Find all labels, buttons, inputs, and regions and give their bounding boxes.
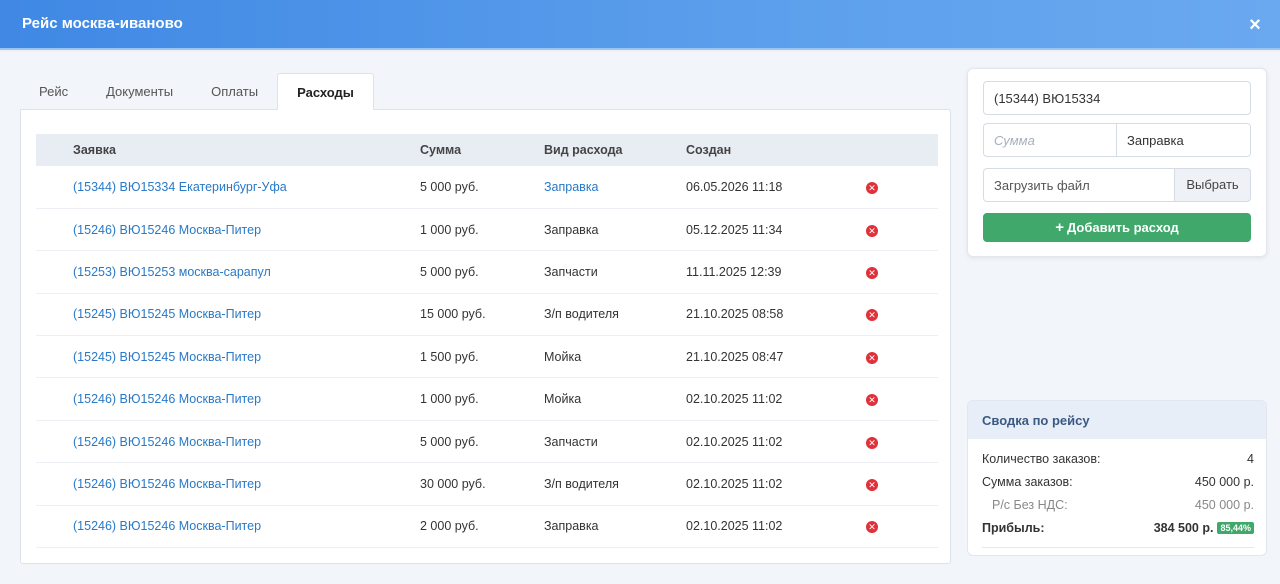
expense-sum: 5 000 руб. [420, 179, 479, 194]
order-link[interactable]: (15253) ВЮ15253 москва-сарапул [73, 265, 271, 279]
close-icon[interactable]: × [1246, 15, 1264, 35]
profit-percent-badge: 85,44% [1217, 522, 1254, 534]
table-row: (15246) ВЮ15246 Москва-Питер 2 000 руб. За… [36, 505, 938, 548]
expense-sum: 1 500 руб. [420, 349, 479, 364]
profit-label: Прибыль: [982, 521, 1045, 535]
order-link[interactable]: (15246) ВЮ15246 Москва-Питер [73, 435, 261, 449]
created-date: 02.10.2025 11:02 [686, 392, 783, 407]
order-link[interactable]: (15344) ВЮ15334 Екатеринбург-Уфа [73, 180, 287, 194]
created-date: 21.10.2025 08:47 [686, 349, 784, 364]
table-header-row: Заявка Сумма Вид расхода Создан [36, 134, 938, 166]
expense-type-select[interactable] [1116, 123, 1251, 157]
delete-icon[interactable]: ✕ [866, 436, 878, 449]
created-date: 06.05.2026 11:18 [686, 179, 783, 194]
column-expense-type: Вид расхода [544, 143, 623, 157]
tab-trip[interactable]: Рейс [20, 73, 87, 110]
expense-type: Мойка [544, 349, 582, 364]
created-date: 05.12.2025 11:34 [686, 222, 783, 237]
delete-icon[interactable]: ✕ [866, 181, 878, 194]
expense-type: Запчасти [544, 434, 598, 449]
expense-type: Заправка [544, 222, 599, 237]
order-link[interactable]: (15245) ВЮ15245 Москва-Питер [73, 307, 261, 321]
delete-icon[interactable]: ✕ [866, 309, 878, 322]
trip-summary: Сводка по рейсу Количество заказов: 4 Су… [967, 400, 1267, 556]
created-date: 21.10.2025 08:58 [686, 307, 784, 322]
expenses-table: Заявка Сумма Вид расхода Создан (15344) … [36, 134, 938, 548]
table-row: (15245) ВЮ15245 Москва-Питер 1 500 руб. Мо… [36, 336, 938, 378]
no-vat-label: Р/с Без НДС: [992, 498, 1068, 512]
no-vat-value: 450 000 р. [1194, 498, 1254, 512]
add-expense-button[interactable]: + Добавить расход [983, 213, 1251, 242]
delete-icon[interactable]: ✕ [866, 521, 878, 534]
table-body: (15344) ВЮ15334 Екатеринбург-Уфа 5 000 ру… [36, 166, 938, 548]
summary-profit: Прибыль: 384 500 р. 85,44% [982, 521, 1254, 535]
orders-sum-value: 450 000 р. [1194, 475, 1254, 489]
add-expense-label: Добавить расход [1067, 220, 1179, 235]
summary-divider [982, 547, 1254, 548]
expense-type: Мойка [544, 392, 582, 407]
expense-type: З/п водителя [544, 307, 619, 322]
order-link[interactable]: (15246) ВЮ15246 Москва-Питер [73, 519, 261, 533]
orders-count-value: 4 [1247, 452, 1254, 466]
expense-sum: 5 000 руб. [420, 434, 479, 449]
summary-no-vat: Р/с Без НДС: 450 000 р. [982, 498, 1254, 512]
delete-icon[interactable]: ✕ [866, 224, 878, 237]
orders-sum-label: Сумма заказов: [982, 475, 1073, 489]
expense-sum: 5 000 руб. [420, 264, 479, 279]
column-actions [866, 134, 938, 166]
add-expense-form: Выбрать +Добавить расход [967, 68, 1267, 257]
tab-bar: Рейс Документы Оплаты Расходы [20, 73, 374, 110]
created-date: 02.10.2025 11:02 [686, 519, 783, 534]
summary-title: Сводка по рейсу [968, 401, 1266, 439]
expense-type: З/п водителя [544, 476, 619, 491]
table-row: (15344) ВЮ15334 Екатеринбург-Уфа 5 000 ру… [36, 166, 938, 209]
sum-input[interactable] [983, 123, 1117, 157]
expense-sum: 15 000 руб. [420, 307, 486, 322]
file-input[interactable] [983, 168, 1175, 202]
created-date: 02.10.2025 11:02 [686, 434, 783, 449]
choose-file-button[interactable]: Выбрать [1174, 168, 1251, 202]
table-row: (15246) ВЮ15246 Москва-Питер 1 000 руб. За… [36, 208, 938, 251]
delete-icon[interactable]: ✕ [866, 266, 878, 279]
column-created: Создан [686, 143, 732, 157]
order-link[interactable]: (15245) ВЮ15245 Москва-Питер [73, 350, 261, 364]
expense-sum: 30 000 руб. [420, 476, 486, 491]
table-row: (15253) ВЮ15253 москва-сарапул 5 000 руб.… [36, 251, 938, 294]
modal-header: Рейс москва-иваново × [0, 0, 1280, 50]
delete-icon[interactable]: ✕ [866, 478, 878, 491]
order-link[interactable]: (15246) ВЮ15246 Москва-Питер [73, 392, 261, 406]
orders-count-label: Количество заказов: [982, 452, 1101, 466]
delete-icon[interactable]: ✕ [866, 394, 878, 407]
tab-documents[interactable]: Документы [87, 73, 192, 110]
created-date: 11.11.2025 12:39 [686, 264, 782, 279]
expense-type: Запчасти [544, 264, 598, 279]
modal-title: Рейс москва-иваново [22, 15, 183, 32]
summary-orders-sum: Сумма заказов: 450 000 р. [982, 475, 1254, 489]
expense-type: Заправка [544, 519, 599, 534]
table-row: (15246) ВЮ15246 Москва-Питер 30 000 руб. З… [36, 463, 938, 506]
created-date: 02.10.2025 11:02 [686, 476, 783, 491]
delete-icon[interactable]: ✕ [866, 351, 878, 364]
table-row: (15246) ВЮ15246 Москва-Питер 1 000 руб. Мо… [36, 378, 938, 421]
table-row: (15246) ВЮ15246 Москва-Питер 5 000 руб. За… [36, 420, 938, 463]
column-order: Заявка [73, 143, 116, 157]
expense-sum: 1 000 руб. [420, 392, 479, 407]
expense-sum: 2 000 руб. [420, 519, 479, 534]
tab-payments[interactable]: Оплаты [192, 73, 277, 110]
expense-type[interactable]: Заправка [544, 180, 599, 194]
profit-value: 384 500 р. [1153, 521, 1214, 535]
plus-icon: + [1055, 219, 1065, 236]
tab-expenses[interactable]: Расходы [277, 73, 374, 110]
order-link[interactable]: (15246) ВЮ15246 Москва-Питер [73, 477, 261, 491]
table-row: (15245) ВЮ15245 Москва-Питер 15 000 руб. З… [36, 293, 938, 336]
order-link[interactable]: (15246) ВЮ15246 Москва-Питер [73, 223, 261, 237]
expense-sum: 1 000 руб. [420, 222, 479, 237]
expenses-panel: Заявка Сумма Вид расхода Создан (15344) … [20, 109, 951, 564]
order-select[interactable] [983, 81, 1251, 115]
summary-orders-count: Количество заказов: 4 [982, 452, 1254, 466]
column-sum: Сумма [420, 143, 462, 157]
